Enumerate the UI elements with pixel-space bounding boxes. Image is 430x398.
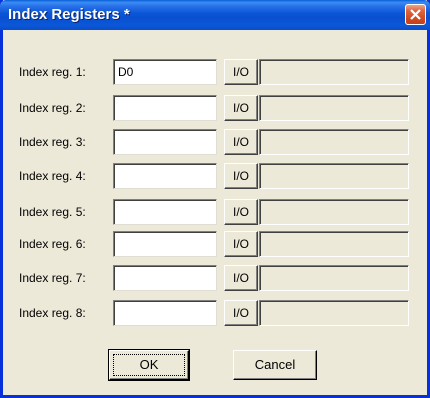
- register-label: Index reg. 2:: [19, 101, 86, 115]
- register-1-io-button[interactable]: I/O: [224, 59, 258, 85]
- cancel-button[interactable]: Cancel: [233, 350, 317, 380]
- register-8-input[interactable]: [113, 300, 217, 326]
- focus-rectangle: [113, 354, 185, 376]
- register-label: Index reg. 6:: [19, 237, 86, 251]
- register-8-io-display: [259, 300, 409, 326]
- register-4-io-button[interactable]: I/O: [224, 163, 258, 189]
- register-7-io-button[interactable]: I/O: [224, 265, 258, 291]
- register-5-io-display: [259, 199, 409, 225]
- close-button[interactable]: [405, 4, 426, 25]
- register-label: Index reg. 4:: [19, 169, 86, 183]
- register-label: Index reg. 1:: [19, 65, 86, 79]
- register-label: Index reg. 5:: [19, 205, 86, 219]
- register-6-input[interactable]: [113, 231, 217, 257]
- ok-button[interactable]: OK: [108, 349, 190, 381]
- register-1-input[interactable]: [113, 59, 217, 85]
- register-3-input[interactable]: [113, 129, 217, 155]
- register-7-io-display: [259, 265, 409, 291]
- register-2-input[interactable]: [113, 95, 217, 121]
- index-registers-dialog: Index Registers * Index reg. 1: I/O Inde…: [0, 0, 430, 398]
- register-2-io-button[interactable]: I/O: [224, 95, 258, 121]
- register-6-io-display: [259, 231, 409, 257]
- register-6-io-button[interactable]: I/O: [224, 231, 258, 257]
- window-title: Index Registers *: [8, 6, 130, 23]
- title-bar[interactable]: Index Registers *: [0, 0, 430, 30]
- register-5-input[interactable]: [113, 199, 217, 225]
- register-2-io-display: [259, 95, 409, 121]
- cancel-button-label: Cancel: [254, 357, 296, 372]
- register-7-input[interactable]: [113, 265, 217, 291]
- register-label: Index reg. 7:: [19, 271, 86, 285]
- register-5-io-button[interactable]: I/O: [224, 199, 258, 225]
- register-8-io-button[interactable]: I/O: [224, 300, 258, 326]
- register-label: Index reg. 3:: [19, 135, 86, 149]
- register-3-io-button[interactable]: I/O: [224, 129, 258, 155]
- register-1-io-display: [259, 59, 409, 85]
- register-4-io-display: [259, 163, 409, 189]
- register-4-input[interactable]: [113, 163, 217, 189]
- register-label: Index reg. 8:: [19, 306, 86, 320]
- close-icon: [410, 9, 421, 20]
- register-3-io-display: [259, 129, 409, 155]
